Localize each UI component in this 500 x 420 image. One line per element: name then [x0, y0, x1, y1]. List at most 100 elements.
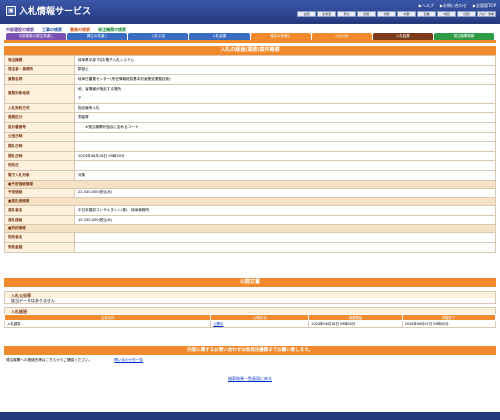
tab-agency-info[interactable]: 発注機関情報: [433, 33, 494, 40]
result-table: 文書名称 公開状況 掲載開始 掲載終了 入札調書 公開中 2024年06月18日…: [3, 313, 497, 328]
detail-row: 落札価格 19,330,000(税込み): [4, 214, 496, 226]
detail-label: 発注機関: [4, 55, 75, 66]
detail-value: [74, 241, 496, 253]
detail-row: 業務対象地域 他，省情報が指定する場所〒: [4, 83, 496, 104]
detail-value: [74, 160, 496, 171]
docs-title: 公開文書: [4, 277, 496, 287]
region-button[interactable]: 中国: [437, 11, 456, 17]
detail-label: 設計書番号: [4, 121, 75, 133]
region-button[interactable]: 全国: [297, 11, 316, 17]
region-button[interactable]: 近畿: [417, 11, 436, 17]
detail-section: 入札の経過(業務)案件概要 発注機関 岐阜県中部 村井/電子入札システム 発注者・事…: [4, 46, 496, 253]
detail-row: 契約者名: [4, 232, 496, 243]
tab-row: 中部建設の発注見通し 発注の見通し 入札公告 入札結果 発注の見通し 入札公告 …: [0, 33, 500, 40]
detail-value: [74, 131, 496, 143]
category-service: 業務の検索: [70, 26, 90, 32]
detail-row: 業務名称 岐阜日農業センター(所在情報総覧基本計画策定業務技術): [4, 74, 496, 85]
detail-value: 郡部土: [74, 64, 496, 76]
detail-row: 発注機関 岐阜県中部 村井/電子入札システム: [4, 55, 496, 66]
detail-value: ※発注機関が独自に定めるコード: [74, 121, 496, 133]
category-agency: 発注機関の検索: [98, 26, 126, 32]
detail-label: 電子入札対象: [4, 169, 75, 181]
detail-row: 入札契約方式 指名競争入札: [4, 102, 496, 114]
detail-row: ■予定価格情報: [4, 179, 496, 189]
detail-value: 2024年06月18日 09時30分: [74, 150, 496, 162]
region-button[interactable]: 北陸: [377, 11, 396, 17]
table-row: 入札調書 公開中 2024年06月18日 09時00分 2026年06月01日 …: [3, 319, 497, 328]
region-button[interactable]: 東北: [337, 11, 356, 17]
tab-chubu-outlook[interactable]: 中部建設の発注見通し: [6, 33, 67, 40]
detail-label: 業務区分: [4, 112, 75, 123]
top-links: ▶ヘルプ ▶お問い合わせ ▶全国版TOP: [419, 3, 496, 9]
detail-label: 予定価格: [4, 187, 75, 199]
detail-row: 業務区分 測量等: [4, 112, 496, 123]
detail-label: 契約者名: [4, 232, 75, 243]
tab-construction-outlook[interactable]: 発注の見通し: [67, 33, 128, 40]
detail-value: 19,330,000(税込み): [74, 214, 496, 226]
region-button[interactable]: 中部: [397, 11, 416, 17]
detail-row: 電子入札対象 対象: [4, 169, 496, 181]
detail-label: 開札日時: [4, 141, 75, 152]
detail-row: 契約日: [4, 160, 496, 171]
help-link[interactable]: ▶ヘルプ: [419, 3, 434, 9]
detail-label: 入札契約方式: [4, 102, 75, 114]
doc-end: 2026年06月01日 09時00分: [401, 319, 497, 328]
category-chubu: 中部建設の検索: [6, 26, 34, 32]
detail-row: 公告日時: [4, 131, 496, 143]
inquiry-section: 内容に関するお問い合わせは各発注機関までお願い致します。 発注機関への連絡先等は…: [4, 345, 496, 366]
tab-service-result[interactable]: 入札結果: [372, 33, 433, 40]
detail-label: 業務名称: [4, 74, 75, 85]
region-button[interactable]: 四国: [457, 11, 476, 17]
detail-value: [74, 141, 496, 152]
detail-title: 入札の経過(業務)案件概要: [4, 46, 496, 55]
detail-value: 測量等: [74, 112, 496, 123]
detail-label: 契約日: [4, 160, 75, 171]
detail-row: ■落札者情報: [4, 197, 496, 207]
contact-link[interactable]: ▶お問い合わせ: [440, 3, 467, 9]
doc-status-link[interactable]: 公開中: [210, 319, 310, 328]
detail-label: 開札日時: [4, 150, 75, 162]
site-title: 入札情報サービス: [19, 7, 92, 17]
national-top-link[interactable]: ▶全国版TOP: [473, 3, 496, 9]
detail-label: 契約金額: [4, 241, 75, 253]
detail-row: 開札日時: [4, 141, 496, 152]
detail-label: 業務対象地域: [4, 83, 75, 104]
detail-row: 契約金額: [4, 241, 496, 253]
region-button[interactable]: 関東: [357, 11, 376, 17]
detail-value: [74, 232, 496, 243]
site-logo[interactable]: ▣ 入札情報サービス: [6, 4, 91, 17]
category-row: 中部建設の検索 工事の検索 業務の検索 発注機関の検索: [0, 24, 500, 33]
detail-subheading: ■予定価格情報: [4, 179, 496, 189]
tab-service-outlook[interactable]: 発注の見通し: [250, 33, 311, 40]
result-heading: 入札経過: [4, 306, 496, 314]
inquiry-text: 発注機関への連絡先等はこちらからご確認ください。: [6, 357, 93, 362]
tab-construction-result[interactable]: 入札結果: [189, 33, 250, 40]
contact-list-link[interactable]: 問い合わせ先一覧: [114, 358, 143, 363]
tab-service-notice[interactable]: 入札公告: [311, 33, 372, 40]
region-button[interactable]: 九州・沖縄: [477, 11, 496, 17]
detail-value-line: 他，省情報が指定する場所: [78, 86, 122, 91]
detail-label: 発注者・事務所: [4, 64, 75, 76]
detail-row: 設計書番号 ※発注機関が独自に定めるコード: [4, 121, 496, 133]
tab-construction-notice[interactable]: 入札公告: [128, 33, 189, 40]
detail-value: 指名競争入札: [74, 102, 496, 114]
site-footer: [0, 412, 500, 420]
docs-section: 公開文書 入札公告等 該当データはありません 入札経過 文書名称 公開状況 掲載…: [3, 277, 497, 328]
doc-name: 入札調書: [3, 319, 212, 328]
detail-row: ■契約情報: [4, 224, 496, 234]
logo-icon: ▣: [6, 5, 16, 16]
detail-value-line: 〒: [78, 95, 82, 100]
region-nav: 全国 北海道 東北 関東 北陸 中部 近畿 中国 四国 九州・沖縄: [297, 11, 496, 17]
back-to-results-link[interactable]: 検索結果一覧画面に戻る: [228, 376, 272, 381]
detail-row: 落札者名 中日本建設コンサルタント(株) 岐阜事務所: [4, 205, 496, 216]
tab-underline: [4, 40, 496, 43]
detail-value: 対象: [74, 169, 496, 181]
doc-start: 2024年06月18日 09時00分: [308, 319, 403, 328]
detail-value: 岐阜日農業センター(所在情報総覧基本計画策定業務技術): [74, 74, 496, 85]
detail-label: 落札価格: [4, 214, 75, 226]
inquiry-banner: 内容に関するお問い合わせは各発注機関までお願い致します。: [4, 345, 496, 355]
site-header: ▣ 入札情報サービス ▶ヘルプ ▶お問い合わせ ▶全国版TOP 全国 北海道 東…: [0, 0, 500, 24]
detail-row: 開札日時 2024年06月18日 09時30分: [4, 150, 496, 162]
detail-subheading: ■契約情報: [4, 224, 496, 234]
region-button[interactable]: 北海道: [317, 11, 336, 17]
